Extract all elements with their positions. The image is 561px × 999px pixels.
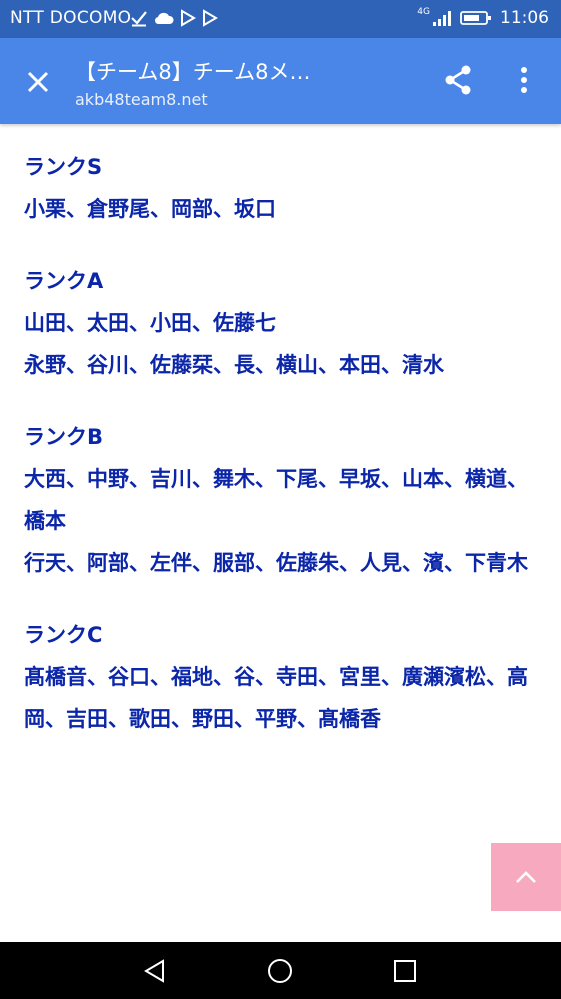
- member-list: 大西、中野、吉川、舞木、下尾、早坂、山本、横道、橋本: [24, 467, 528, 533]
- member-list: 山田、太田、小田、佐藤七: [24, 311, 276, 335]
- back-button[interactable]: [138, 954, 172, 988]
- home-circle-icon: [268, 959, 292, 983]
- rank-heading: ランクA: [24, 269, 104, 293]
- recents-button[interactable]: [388, 954, 422, 988]
- chevron-up-icon: [516, 871, 536, 883]
- play-store-icon: [203, 9, 218, 27]
- share-icon: [445, 65, 471, 95]
- share-button[interactable]: [438, 60, 478, 100]
- member-list: 髙橋音、谷口、福地、谷、寺田、宮里、廣瀬濱松、高岡、吉田、歌田、野田、平野、髙橋…: [24, 665, 528, 731]
- page-url: akb48team8.net: [75, 90, 208, 109]
- member-list: 小栗、倉野尾、岡部、坂口: [24, 197, 276, 221]
- rank-heading: ランクC: [24, 623, 103, 647]
- member-list: 行天、阿部、左伴、服部、佐藤朱、人見、濱、下青木: [24, 551, 528, 575]
- clock: 11:06: [500, 8, 549, 28]
- rank-heading: ランクB: [24, 425, 104, 449]
- member-list: 永野、谷川、佐藤栞、長、横山、本田、清水: [24, 353, 444, 377]
- article-content: ランクS 小栗、倉野尾、岡部、坂口 ランクA 山田、太田、小田、佐藤七 永野、谷…: [24, 146, 534, 770]
- rank-section: ランクA 山田、太田、小田、佐藤七 永野、谷川、佐藤栞、長、横山、本田、清水: [24, 260, 534, 386]
- play-store-icon: [181, 9, 196, 27]
- system-nav-bar: [0, 942, 561, 999]
- close-icon: [27, 71, 49, 93]
- rank-section: ランクS 小栗、倉野尾、岡部、坂口: [24, 146, 534, 230]
- cloud-icon: [154, 12, 174, 25]
- signal-icon: [433, 11, 451, 26]
- more-options-button[interactable]: [508, 60, 540, 100]
- rank-section: ランクC 髙橋音、谷口、福地、谷、寺田、宮里、廣瀬濱松、高岡、吉田、歌田、野田、…: [24, 614, 534, 740]
- network-type-label: 4G: [417, 7, 430, 17]
- rank-section: ランクB 大西、中野、吉川、舞木、下尾、早坂、山本、横道、橋本 行天、阿部、左伴…: [24, 416, 534, 584]
- app-bar: 【チーム8】チーム8メ… akb48team8.net: [0, 38, 561, 124]
- more-vert-icon: [521, 67, 527, 93]
- carrier-name: NTT DOCOMO: [10, 8, 132, 28]
- rank-heading: ランクS: [24, 155, 103, 179]
- status-right: 4G 11:06: [417, 7, 549, 28]
- download-done-icon: [131, 11, 147, 27]
- home-button[interactable]: [263, 954, 297, 988]
- close-button[interactable]: [18, 62, 58, 102]
- screen: NTT DOCOMO 4G 11:06 【チーム8】チーム8メ… akb48te…: [0, 0, 561, 999]
- page-title: 【チーム8】チーム8メ…: [75, 60, 311, 84]
- status-bar: NTT DOCOMO 4G 11:06: [0, 0, 561, 38]
- battery-icon: [460, 11, 491, 25]
- back-to-top-button[interactable]: [491, 843, 561, 911]
- recents-square-icon: [394, 960, 416, 982]
- back-triangle-icon: [144, 959, 164, 983]
- notification-icons: [130, 9, 218, 27]
